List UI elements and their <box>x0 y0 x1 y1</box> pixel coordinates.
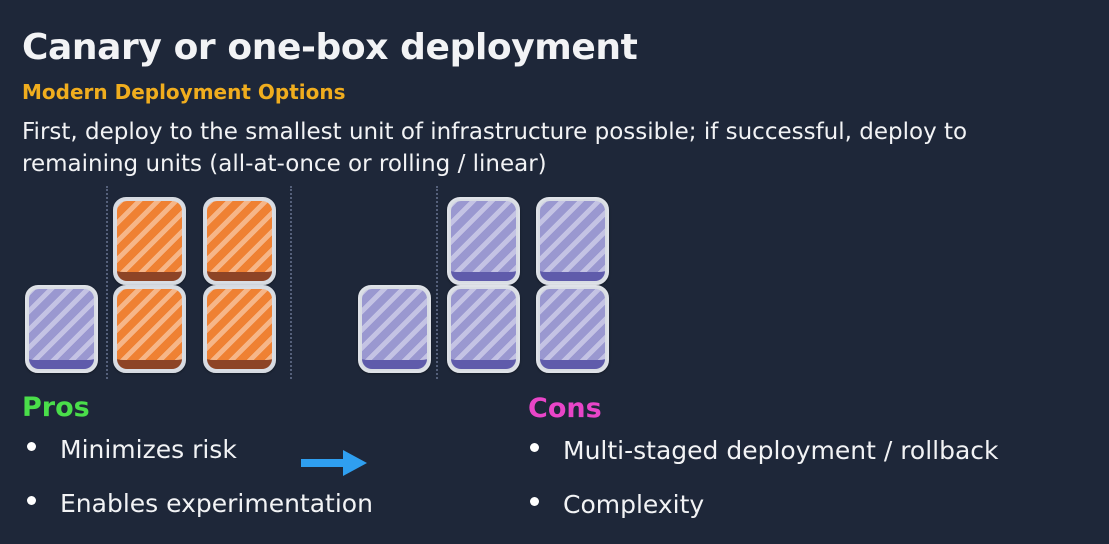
node-right-unit-4 <box>447 285 520 373</box>
node-right-unit-2 <box>447 197 520 285</box>
bullet-icon <box>530 443 539 452</box>
list-item: Complexity <box>530 491 704 519</box>
node-fill <box>540 201 605 281</box>
node-fill <box>117 289 182 369</box>
node-fill <box>117 201 182 281</box>
slide-canvas: Canary or one-box deployment Modern Depl… <box>0 0 1109 544</box>
page-subtitle: Modern Deployment Options <box>22 80 346 104</box>
pros-heading: Pros <box>22 392 90 423</box>
node-right-unit-1 <box>358 285 431 373</box>
bullet-icon <box>27 442 36 451</box>
node-fill <box>207 289 272 369</box>
node-fill <box>362 289 427 369</box>
node-left-unit-5 <box>203 285 276 373</box>
list-item: Enables experimentation <box>27 490 373 518</box>
divider-right-group-start <box>436 186 438 379</box>
node-right-unit-3 <box>536 197 609 285</box>
node-left-unit-4 <box>113 285 186 373</box>
list-item: Multi-staged deployment / rollback <box>530 437 999 465</box>
page-description: First, deploy to the smallest unit of in… <box>22 119 968 177</box>
node-left-unit-3 <box>203 197 276 285</box>
cons-item-label: Multi-staged deployment / rollback <box>563 436 999 465</box>
node-fill <box>451 201 516 281</box>
node-left-unit-1 <box>25 285 98 373</box>
pros-item-label: Minimizes risk <box>60 435 237 464</box>
cons-heading: Cons <box>528 393 602 424</box>
pros-item-label: Enables experimentation <box>60 489 373 518</box>
node-fill <box>29 289 94 369</box>
node-left-unit-2 <box>113 197 186 285</box>
node-fill <box>207 201 272 281</box>
cons-item-label: Complexity <box>563 490 705 519</box>
node-fill <box>540 289 605 369</box>
bullet-icon <box>530 497 539 506</box>
list-item: Minimizes risk <box>27 436 237 464</box>
bullet-icon <box>27 496 36 505</box>
page-title: Canary or one-box deployment <box>22 27 638 68</box>
deployment-diagram <box>0 186 1109 476</box>
right-arrow-icon <box>301 450 367 476</box>
divider-left-group-start <box>106 186 108 379</box>
divider-left-group-end <box>290 186 292 379</box>
node-fill <box>451 289 516 369</box>
node-right-unit-5 <box>536 285 609 373</box>
